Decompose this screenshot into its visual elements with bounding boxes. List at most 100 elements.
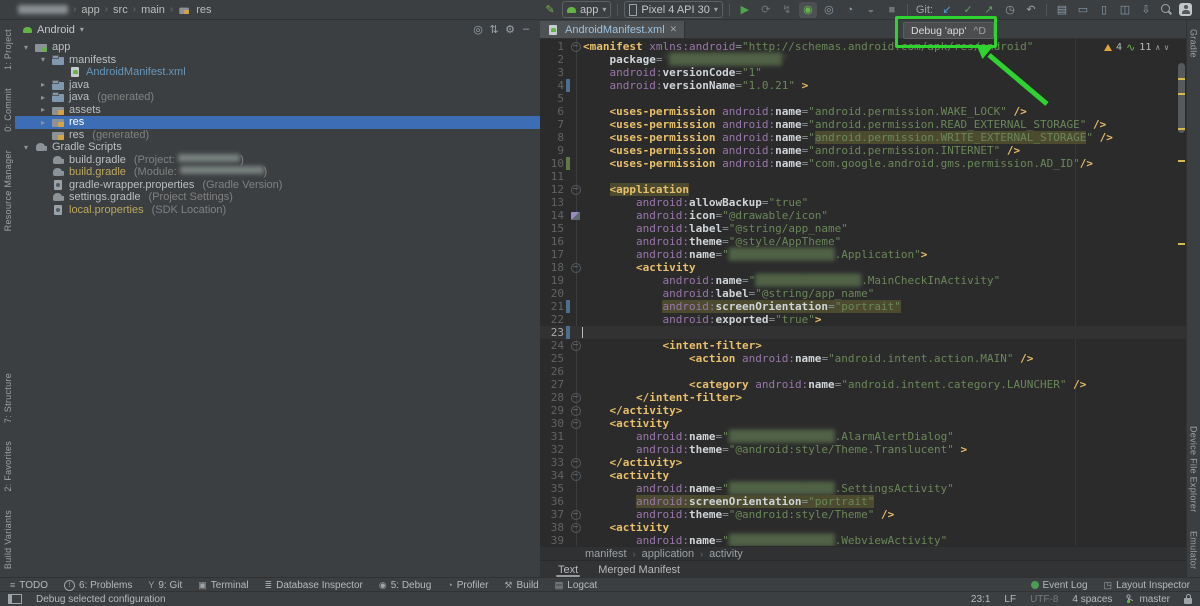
chevron-icon[interactable]: ▸ bbox=[38, 80, 48, 89]
code-line[interactable]: 25 <action android:name="android.intent.… bbox=[540, 352, 1187, 365]
next-problem-icon[interactable]: ∨ bbox=[1164, 41, 1169, 54]
chevron-icon[interactable]: ▾ bbox=[21, 43, 31, 52]
stripe-resource-manager[interactable]: Resource Manager bbox=[3, 150, 13, 231]
editor-breadcrumb-activity[interactable]: activity bbox=[709, 548, 743, 560]
breadcrumb-item-res[interactable]: res bbox=[196, 4, 211, 16]
profiler-toolwindow-button[interactable]: ◔Profiler bbox=[447, 580, 488, 591]
code-line[interactable]: 12 <application bbox=[540, 183, 1187, 196]
attach-debugger-button[interactable]: ◎ bbox=[820, 2, 838, 18]
breadcrumb-item-app[interactable]: app bbox=[81, 4, 99, 16]
fold-marker[interactable] bbox=[570, 339, 581, 352]
fold-marker[interactable] bbox=[570, 456, 581, 469]
code-line[interactable]: 26 bbox=[540, 365, 1187, 378]
code-line[interactable]: 10 <uses-permission android:name="com.go… bbox=[540, 157, 1187, 170]
git-toolwindow-button[interactable]: Y9: Git bbox=[148, 580, 182, 591]
code-line[interactable]: 20 android:label="@string/app_name" bbox=[540, 287, 1187, 300]
close-tab-icon[interactable]: ✕ bbox=[670, 24, 678, 35]
chevron-icon[interactable]: ▾ bbox=[38, 55, 48, 64]
stripe--project[interactable]: 1: Project bbox=[3, 29, 13, 70]
code-line[interactable]: 9 <uses-permission android:name="android… bbox=[540, 144, 1187, 157]
run-button[interactable]: ▶ bbox=[736, 2, 754, 18]
tree-item-java[interactable]: ▸java bbox=[15, 79, 540, 92]
hide-panel-icon[interactable]: – bbox=[518, 23, 534, 36]
git-branch[interactable]: master bbox=[1126, 594, 1170, 605]
fold-marker[interactable] bbox=[570, 404, 581, 417]
code-line[interactable]: 38 <activity bbox=[540, 521, 1187, 534]
code-line[interactable]: 3 android:versionCode="1" bbox=[540, 66, 1187, 79]
chevron-icon[interactable]: ▸ bbox=[38, 105, 48, 114]
warning-stripe-mark[interactable] bbox=[1178, 93, 1185, 95]
stripe-emulator[interactable]: Emulator bbox=[1189, 531, 1199, 569]
terminal-button[interactable]: ▣Terminal bbox=[198, 580, 248, 591]
stripe-device-file-explorer[interactable]: Device File Explorer bbox=[1189, 426, 1199, 513]
event-log-button[interactable]: Event Log bbox=[1031, 580, 1088, 591]
tree-item-androidmanifest-xml[interactable]: AndroidManifest.xml bbox=[15, 66, 540, 79]
device-combo[interactable]: Pixel 4 API 30▾ bbox=[624, 1, 723, 18]
chevron-icon[interactable]: ▾ bbox=[21, 143, 31, 152]
problems-button[interactable]: !6: Problems bbox=[64, 580, 132, 591]
code-line[interactable]: 11 bbox=[540, 170, 1187, 183]
subtab-text[interactable]: Text bbox=[552, 561, 584, 578]
code-line[interactable]: 29 </activity> bbox=[540, 404, 1187, 417]
code-line[interactable]: 1<manifest xmlns:android="http://schemas… bbox=[540, 40, 1187, 53]
todo-button[interactable]: ≡TODO bbox=[10, 580, 48, 591]
tree-item-java[interactable]: ▸java(generated) bbox=[15, 91, 540, 104]
fold-marker[interactable] bbox=[570, 508, 581, 521]
code-line[interactable]: 7 <uses-permission android:name="android… bbox=[540, 118, 1187, 131]
logcat-button[interactable]: ▤Logcat bbox=[555, 580, 598, 591]
git-update-button[interactable]: ↙ bbox=[938, 2, 956, 18]
code-line[interactable]: 13 android:allowBackup="true" bbox=[540, 196, 1187, 209]
run-config-combo[interactable]: app▾ bbox=[562, 1, 611, 18]
code-line[interactable]: 27 <category android:name="android.inten… bbox=[540, 378, 1187, 391]
stop-button[interactable]: ■ bbox=[883, 2, 901, 18]
tree-item-app[interactable]: ▾app bbox=[15, 41, 540, 54]
code-line[interactable]: 8 <uses-permission android:name="android… bbox=[540, 131, 1187, 144]
chevron-icon[interactable]: ▸ bbox=[38, 118, 48, 127]
locate-icon[interactable]: ◎ bbox=[470, 23, 486, 36]
tree-item-build-gradle[interactable]: build.gradle(Module: ████████.app) bbox=[15, 166, 540, 179]
tree-item-build-gradle[interactable]: build.gradle(Project: ████████) bbox=[15, 154, 540, 167]
git-rollback-button[interactable]: ↶ bbox=[1022, 2, 1040, 18]
fold-marker[interactable] bbox=[570, 261, 581, 274]
prev-problem-icon[interactable]: ∧ bbox=[1155, 41, 1160, 54]
code-editor[interactable]: 1<manifest xmlns:android="http://schemas… bbox=[540, 38, 1187, 547]
editor-scrollbar[interactable] bbox=[1178, 63, 1185, 133]
code-line[interactable]: 14 android:icon="@drawable/icon" bbox=[540, 209, 1187, 222]
code-line[interactable]: 16 android:theme="@style/AppTheme" bbox=[540, 235, 1187, 248]
file-encoding[interactable]: UTF-8 bbox=[1030, 594, 1058, 605]
code-line[interactable]: 5 bbox=[540, 92, 1187, 105]
tool-window-switcher-icon[interactable] bbox=[8, 594, 22, 604]
fold-marker[interactable] bbox=[570, 417, 581, 430]
debug-button[interactable]: ◉ bbox=[799, 2, 817, 18]
tree-item-assets[interactable]: ▸assets bbox=[15, 104, 540, 117]
project-view-selector[interactable]: Android bbox=[37, 24, 75, 36]
console-button[interactable]: ▭ bbox=[1074, 2, 1092, 18]
apply-changes-button[interactable]: ⟳ bbox=[757, 2, 775, 18]
apply-code-changes-button[interactable]: ↯ bbox=[778, 2, 796, 18]
tree-item-manifests[interactable]: ▾manifests bbox=[15, 54, 540, 67]
code-line[interactable]: 17 android:name="████████████████.Applic… bbox=[540, 248, 1187, 261]
editor-breadcrumb-manifest[interactable]: manifest bbox=[585, 548, 627, 560]
device-manager-button[interactable]: ▯ bbox=[1095, 2, 1113, 18]
fold-marker[interactable] bbox=[570, 183, 581, 196]
settings-gear-icon[interactable]: ⚙ bbox=[502, 23, 518, 36]
code-line[interactable]: 22 android:exported="true"> bbox=[540, 313, 1187, 326]
breadcrumb-item-main[interactable]: main bbox=[141, 4, 165, 16]
indent-setting[interactable]: 4 spaces bbox=[1072, 594, 1112, 605]
code-line[interactable]: 6 <uses-permission android:name="android… bbox=[540, 105, 1187, 118]
avd-manager-button[interactable]: ◫ bbox=[1116, 2, 1134, 18]
editor-tab-androidmanifest[interactable]: AndroidManifest.xml ✕ bbox=[540, 21, 685, 38]
stripe--structure[interactable]: 7: Structure bbox=[3, 373, 13, 423]
code-line[interactable]: 21 android:screenOrientation="portrait" bbox=[540, 300, 1187, 313]
code-line[interactable]: 28 </intent-filter> bbox=[540, 391, 1187, 404]
inspections-widget[interactable]: 4 ∿ 11 ∧ ∨ bbox=[1104, 41, 1169, 54]
chevron-icon[interactable]: ▸ bbox=[38, 93, 48, 102]
fold-marker[interactable] bbox=[570, 469, 581, 482]
code-line[interactable]: 30 <activity bbox=[540, 417, 1187, 430]
code-line[interactable]: 15 android:label="@string/app_name" bbox=[540, 222, 1187, 235]
warning-stripe-mark[interactable] bbox=[1178, 78, 1185, 80]
code-line[interactable]: 24 <intent-filter> bbox=[540, 339, 1187, 352]
stripe--favorites[interactable]: 2: Favorites bbox=[3, 441, 13, 492]
code-line[interactable]: 36 android:screenOrientation="portrait" bbox=[540, 495, 1187, 508]
tree-item-res[interactable]: res(generated) bbox=[15, 129, 540, 142]
